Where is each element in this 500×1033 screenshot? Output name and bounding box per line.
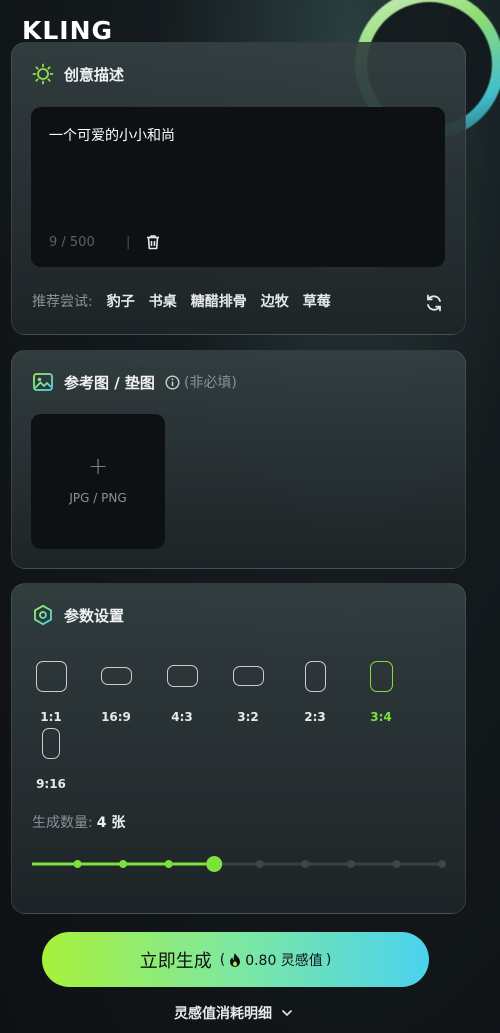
ratio-shape	[232, 666, 264, 686]
params-card-title: 参数设置	[64, 606, 125, 625]
slider-tick	[438, 860, 446, 868]
params-card-header: 参数设置	[32, 604, 124, 626]
fire-icon	[230, 952, 241, 967]
cost-paren-close: )	[325, 951, 332, 968]
ratio-label: 16:9	[101, 710, 131, 724]
upload-dropzone[interactable]: + JPG / PNG	[31, 414, 165, 549]
ratio-shape	[35, 661, 67, 692]
slider-tick	[164, 860, 173, 868]
char-counter: 9 / 500	[49, 235, 95, 250]
ratio-shape	[100, 667, 132, 685]
ratio-label: 2:3	[304, 710, 326, 724]
reference-card-title: 参考图 / 垫图	[64, 373, 155, 392]
slider-tick	[119, 860, 128, 868]
count-line: 生成数量: 4 张	[32, 812, 125, 832]
count-slider[interactable]	[32, 854, 446, 874]
divider: |	[126, 235, 131, 250]
reference-card: 参考图 / 垫图 (非必填) + JPG / PNG	[11, 350, 466, 569]
optional-note: (非必填)	[183, 375, 237, 391]
ratio-shape	[42, 728, 60, 759]
ratio-shape	[369, 661, 393, 692]
ratio-label: 9:16	[36, 777, 66, 791]
slider-tick	[392, 860, 401, 868]
slider-tick	[346, 860, 355, 868]
ratio-label: 3:4	[370, 710, 392, 724]
cost-value: 0.80 灵感值	[245, 952, 323, 969]
prompt-card-title: 创意描述	[64, 65, 125, 84]
ratio-shape	[304, 661, 326, 692]
params-card: 参数设置 1:1 16:9 4:3 3:2 2:3 3:4 9:16 生成数量:…	[11, 583, 466, 914]
brand-logo: KLING	[22, 16, 114, 45]
suggestion-chip[interactable]: 糖醋排骨	[191, 291, 247, 311]
info-icon[interactable]	[165, 374, 180, 390]
suggestion-row: 推荐尝试: 豹子 书桌 糖醋排骨 边牧 草莓	[32, 291, 345, 311]
generate-cost: ( 0.80 灵感值 )	[220, 950, 332, 970]
generate-label: 立即生成	[139, 950, 212, 972]
count-label: 生成数量:	[32, 815, 93, 831]
suggestion-chip[interactable]: 草莓	[303, 291, 331, 311]
prompt-card-header: 创意描述	[32, 63, 124, 85]
ratio-label: 1:1	[40, 710, 62, 724]
cost-detail-link[interactable]: 灵感值消耗明细	[0, 1003, 467, 1023]
ratio-option-9-16[interactable]: 9:16	[26, 728, 76, 791]
generate-button[interactable]: 立即生成 ( 0.80 灵感值 )	[42, 932, 429, 987]
cost-paren-open: (	[219, 951, 226, 968]
ratio-option-4-3[interactable]: 4:3	[157, 661, 207, 724]
plus-icon: +	[87, 452, 109, 480]
reference-card-header: 参考图 / 垫图 (非必填)	[32, 371, 237, 393]
ratio-option-2-3[interactable]: 2:3	[290, 661, 340, 724]
suggestion-label: 推荐尝试:	[32, 294, 93, 310]
slider-tick	[73, 860, 82, 868]
image-icon	[32, 371, 54, 393]
slider-thumb[interactable]	[206, 856, 223, 872]
prompt-text[interactable]: 一个可爱的小小和尚	[49, 125, 175, 145]
count-value: 4 张	[96, 815, 126, 831]
suggestion-chip[interactable]: 边牧	[261, 291, 289, 311]
settings-hex-icon	[32, 604, 54, 626]
ratio-option-3-2[interactable]: 3:2	[223, 661, 273, 724]
chevron-down-icon	[282, 1010, 292, 1017]
ratio-option-3-4[interactable]: 3:4	[356, 661, 406, 724]
ratio-option-1-1[interactable]: 1:1	[26, 661, 76, 724]
ratio-label: 3:2	[237, 710, 259, 724]
suggestion-chip[interactable]: 书桌	[149, 291, 177, 311]
trash-icon[interactable]	[144, 233, 162, 251]
cost-detail-label: 灵感值消耗明细	[174, 1006, 273, 1022]
refresh-icon[interactable]	[424, 293, 444, 313]
prompt-textarea[interactable]: 一个可爱的小小和尚 9 / 500 |	[31, 107, 445, 267]
ratio-label: 4:3	[171, 710, 193, 724]
slider-tick	[301, 860, 310, 868]
prompt-card: 创意描述 一个可爱的小小和尚 9 / 500 | 推荐尝试: 豹子 书桌 糖醋排…	[11, 42, 466, 335]
slider-tick	[255, 860, 264, 868]
suggestion-chip[interactable]: 豹子	[107, 291, 135, 311]
upload-formats: JPG / PNG	[69, 491, 127, 505]
lightbulb-icon	[32, 63, 54, 85]
ratio-option-16-9[interactable]: 16:9	[91, 661, 141, 724]
ratio-shape	[166, 665, 198, 687]
